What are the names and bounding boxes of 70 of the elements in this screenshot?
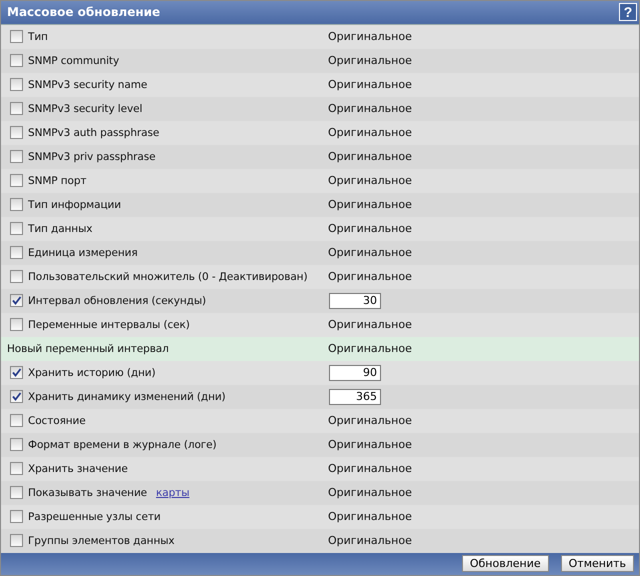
checkbox[interactable] [10,438,23,451]
checkbox[interactable] [10,174,23,187]
field-label: Тип информации [28,198,121,210]
checkbox[interactable] [10,198,23,211]
checkbox[interactable] [10,294,23,307]
field-value: Оригинальное [327,198,412,211]
field-value: Оригинальное [327,342,412,355]
field-label: Показывать значение [28,486,148,498]
field-label: Разрешенные узлы сети [28,510,161,522]
field-label: Хранить значение [28,462,128,474]
checkbox[interactable] [10,54,23,67]
field-value: Оригинальное [327,318,412,331]
checkbox[interactable] [10,246,23,259]
window-title: Массовое обновление [7,5,160,20]
form-button[interactable]: Отменить [560,555,634,572]
field-value: Оригинальное [327,510,412,523]
form-button[interactable]: Обновление [462,555,549,572]
checkbox[interactable] [10,78,23,91]
checkbox[interactable] [10,486,23,499]
checkbox[interactable] [10,534,23,547]
checkbox[interactable] [10,318,23,331]
field-value: Оригинальное [327,534,412,547]
field-label: Тип данных [28,222,92,234]
field-label: Хранить историю (дни) [28,366,156,378]
checkbox[interactable] [10,102,23,115]
field-label: SNMPv3 security level [28,102,142,114]
field-label: SNMPv3 security name [28,78,148,90]
field-label: Интервал обновления (секунды) [28,294,206,306]
field-value: Оригинальное [327,54,412,67]
field-value: Оригинальное [327,486,412,499]
checkbox[interactable] [10,126,23,139]
checkbox[interactable] [10,366,23,379]
field-label: SNMPv3 auth passphrase [28,126,160,138]
field-label: Единица измерения [28,246,138,258]
field-value: Оригинальное [327,414,412,427]
field-value: Оригинальное [327,462,412,475]
map-link[interactable]: карты [156,486,190,498]
checkbox[interactable] [10,30,23,43]
checkbox[interactable] [10,390,23,403]
field-value: Оригинальное [327,78,412,91]
field-label: SNMP community [28,54,120,66]
field-label: SNMPv3 priv passphrase [28,150,156,162]
field-value: Оригинальное [327,246,412,259]
checkbox[interactable] [10,462,23,475]
checkbox[interactable] [10,150,23,163]
field-value: Оригинальное [327,150,412,163]
field-value: Оригинальное [327,102,412,115]
field-label: Состояние [28,414,86,426]
checkbox[interactable] [10,414,23,427]
field-value: Оригинальное [327,222,412,235]
field-value: Оригинальное [327,174,412,187]
input-field[interactable]: 90 [329,364,381,380]
checkbox[interactable] [10,222,23,235]
input-field[interactable]: 30 [329,292,381,308]
field-label: Тип [28,30,48,42]
checkbox[interactable] [10,270,23,283]
field-label: Формат времени в журнале (логе) [28,438,217,450]
field-label: Переменные интервалы (сек) [28,318,190,330]
field-value: Оригинальное [327,126,412,139]
field-label: Пользовательский множитель (0 - Деактивирован) [28,270,308,282]
field-value: Оригинальное [327,438,412,451]
field-label: Новый переменный интервал [7,342,169,354]
checkbox[interactable] [10,510,23,523]
field-value: Оригинальное [327,270,412,283]
field-label: Хранить динамику изменений (дни) [28,390,226,402]
field-label: SNMP порт [28,174,86,186]
field-label: Группы элементов данных [28,534,175,546]
input-field[interactable]: 365 [329,388,381,404]
help-button[interactable]: ? [619,3,637,22]
field-value: Оригинальное [327,30,412,43]
